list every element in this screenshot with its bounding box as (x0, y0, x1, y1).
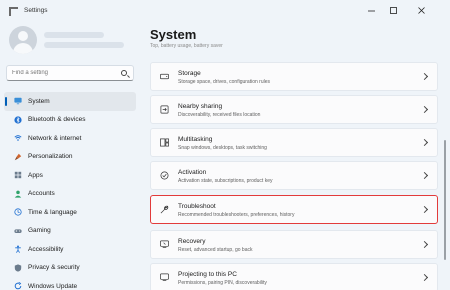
card-title: Recovery (178, 238, 206, 245)
shield-icon (14, 263, 22, 272)
sidebar-item-system[interactable]: System (4, 92, 136, 111)
sidebar-item-gaming[interactable]: Gaming (4, 222, 136, 241)
maximize-button[interactable] (382, 2, 404, 18)
card-subtitle: Discoverability, received files location (178, 112, 261, 118)
card-troubleshoot[interactable]: Troubleshoot Recommended troubleshooters… (150, 195, 438, 224)
sidebar-item-apps[interactable]: Apps (4, 166, 136, 185)
chevron-right-icon (420, 105, 429, 114)
nearby-sharing-icon (160, 105, 169, 114)
card-multitasking[interactable]: Multitasking Snap windows, desktops, tas… (150, 128, 438, 157)
brush-icon (14, 153, 22, 160)
sidebar-item-time-language[interactable]: Time & language (4, 203, 136, 222)
apps-icon (14, 171, 22, 179)
activation-icon (160, 171, 169, 180)
card-activation[interactable]: Activation Activation state, subscriptio… (150, 161, 438, 190)
account-name-redacted (44, 32, 104, 38)
chevron-right-icon (420, 205, 429, 214)
chevron-right-icon (420, 138, 429, 147)
card-subtitle: Recommended troubleshooters, preferences… (178, 212, 295, 218)
chevron-right-icon (420, 240, 429, 249)
projecting-icon (160, 273, 169, 282)
sidebar-item-label: Time & language (28, 208, 77, 216)
sidebar-item-label: System (28, 97, 50, 105)
card-storage[interactable]: Storage Storage space, drives, configura… (150, 62, 438, 91)
card-subtitle: Storage space, drives, configuration rul… (178, 79, 270, 85)
sidebar-item-label: Network & internet (28, 134, 82, 142)
storage-icon (160, 73, 169, 80)
multitasking-icon (160, 138, 169, 147)
search-input[interactable] (12, 70, 117, 76)
sidebar-item-label: Personalization (28, 153, 73, 161)
card-subtitle: Activation state, subscriptions, product… (178, 178, 273, 184)
accessibility-icon (15, 245, 21, 253)
card-projecting[interactable]: Projecting to this PC Permissions, pairi… (150, 263, 438, 290)
sidebar-item-personalization[interactable]: Personalization (4, 148, 136, 167)
scrollbar[interactable] (444, 140, 446, 260)
recovery-icon (160, 240, 169, 249)
card-subtitle: Permissions, pairing PIN, discoverabilit… (178, 280, 267, 286)
card-recovery[interactable]: Recovery Reset, advanced startup, go bac… (150, 230, 438, 259)
search-box[interactable] (6, 65, 134, 81)
update-icon (14, 282, 22, 290)
bluetooth-icon (14, 115, 22, 124)
search-icon[interactable] (121, 70, 127, 76)
card-subtitle: Reset, advanced startup, go back (178, 247, 253, 253)
minimize-button[interactable] (360, 2, 382, 18)
minimize-icon (367, 10, 375, 11)
card-title: Activation (178, 169, 207, 176)
account-email-redacted (44, 42, 124, 48)
sidebar-item-label: Accounts (28, 190, 55, 198)
wrench-icon (160, 205, 169, 214)
avatar-body (13, 43, 33, 54)
sidebar-item-label: Apps (28, 171, 43, 179)
card-title: Troubleshoot (178, 203, 216, 210)
monitor-icon (14, 97, 22, 105)
window-title: Settings (24, 7, 48, 14)
back-icon[interactable] (9, 7, 18, 16)
sidebar-item-accessibility[interactable]: Accessibility (4, 240, 136, 259)
avatar-head (18, 31, 28, 41)
person-icon (14, 190, 22, 198)
sidebar-item-label: Accessibility (28, 245, 64, 253)
page-title: System (150, 27, 197, 42)
sidebar-item-bluetooth[interactable]: Bluetooth & devices (4, 111, 136, 130)
chevron-right-icon (420, 72, 429, 81)
sidebar-item-accounts[interactable]: Accounts (4, 185, 136, 204)
card-title: Projecting to this PC (178, 271, 237, 278)
gamepad-icon (14, 228, 22, 233)
sidebar-item-label: Privacy & security (28, 264, 80, 272)
close-button[interactable] (410, 2, 432, 18)
wifi-icon (14, 135, 22, 141)
card-title: Nearby sharing (178, 103, 223, 110)
sidebar-nav: System Bluetooth & devices Network & int… (4, 92, 136, 290)
avatar[interactable] (9, 26, 37, 54)
maximize-icon (389, 6, 397, 14)
title-bar: Settings (0, 0, 450, 22)
sidebar-item-label: Windows Update (28, 282, 78, 290)
globe-clock-icon (14, 208, 22, 216)
card-nearby-sharing[interactable]: Nearby sharing Discoverability, received… (150, 95, 438, 124)
chevron-right-icon (420, 273, 429, 282)
card-subtitle: Snap windows, desktops, task switching (178, 145, 267, 151)
partially-hidden-card-subtitle: Top, battery usage, battery saver (150, 43, 223, 49)
sidebar-item-network[interactable]: Network & internet (4, 129, 136, 148)
sidebar-item-windows-update[interactable]: Windows Update (4, 277, 136, 290)
sidebar-item-label: Gaming (28, 227, 51, 235)
close-icon (417, 6, 425, 14)
sidebar: System Bluetooth & devices Network & int… (0, 22, 140, 290)
chevron-right-icon (420, 171, 429, 180)
sidebar-item-privacy[interactable]: Privacy & security (4, 259, 136, 278)
card-title: Multitasking (178, 136, 213, 143)
card-title: Storage (178, 70, 201, 77)
sidebar-item-label: Bluetooth & devices (28, 116, 86, 124)
